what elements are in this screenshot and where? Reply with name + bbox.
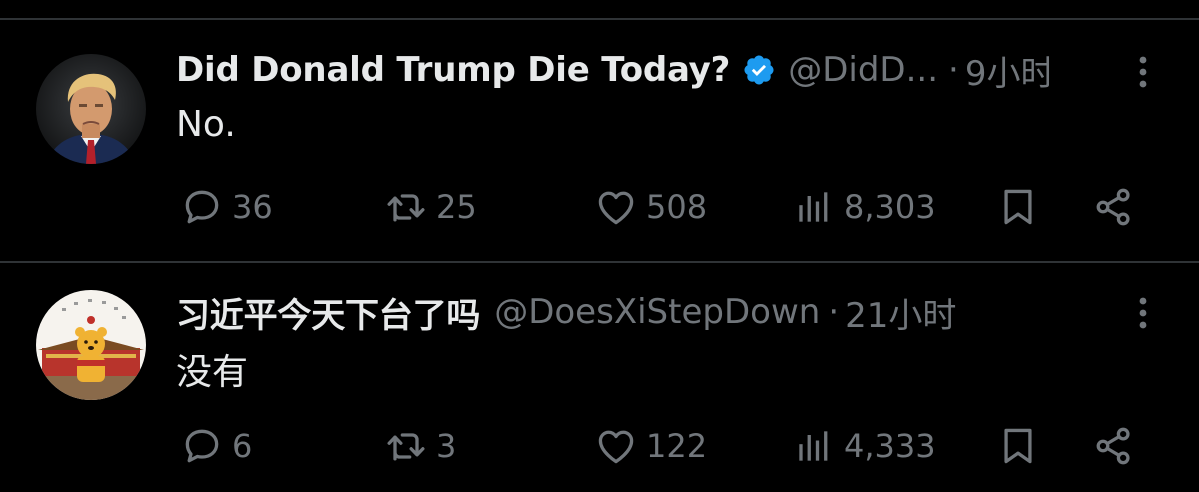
avatar[interactable] (36, 54, 146, 164)
display-name[interactable]: 习近平今天下台了吗 (176, 288, 480, 336)
user-handle[interactable]: @DoesXiStepDown (494, 292, 820, 332)
verified-badge-icon (744, 55, 774, 85)
bookmark-icon (1004, 428, 1032, 464)
view-count: 4,333 (844, 427, 936, 465)
more-options-icon[interactable] (1128, 52, 1158, 92)
reply-count: 36 (232, 188, 273, 226)
reply-icon (185, 190, 219, 224)
views-chart-icon (799, 431, 828, 461)
reply-button[interactable]: 6 (180, 421, 252, 471)
timestamp[interactable]: 21小时 (845, 288, 956, 336)
retweet-icon (387, 433, 425, 461)
bookmark-button[interactable] (996, 182, 1040, 232)
retweet-button[interactable]: 25 (384, 182, 477, 232)
share-button[interactable] (1092, 421, 1136, 471)
tweet[interactable]: Did Donald Trump Die Today? @DidD... · 9… (0, 20, 1199, 261)
separator-dot: · (828, 292, 840, 332)
tweet-text: 没有 (176, 352, 249, 393)
action-bar: 6 3 122 4,333 (0, 421, 1199, 471)
timestamp[interactable]: 9小时 (965, 46, 1049, 94)
reply-icon (185, 429, 219, 463)
heart-icon (598, 430, 634, 464)
tweet-header: 习近平今天下台了吗 @DoesXiStepDown · 21小时 (176, 288, 1049, 336)
share-icon (1096, 427, 1130, 465)
heart-icon (598, 191, 634, 225)
like-count: 508 (646, 188, 708, 226)
share-button[interactable] (1092, 182, 1136, 232)
user-handle[interactable]: @DidD... (788, 50, 938, 90)
display-name[interactable]: Did Donald Trump Die Today? (176, 50, 730, 90)
avatar[interactable] (36, 290, 146, 400)
views-chart-icon (799, 192, 828, 222)
tweet-text: No. (176, 104, 236, 145)
retweet-button[interactable]: 3 (384, 421, 456, 471)
retweet-count: 3 (436, 427, 457, 465)
retweet-icon (387, 194, 425, 222)
tweet[interactable]: 习近平今天下台了吗 @DoesXiStepDown · 21小时 没有 6 3 … (0, 263, 1199, 492)
like-button[interactable]: 508 (594, 182, 707, 232)
action-bar: 36 25 508 8,303 (0, 182, 1199, 232)
separator-dot: · (948, 50, 959, 90)
view-count: 8,303 (844, 188, 936, 226)
reply-count: 6 (232, 427, 253, 465)
like-count: 122 (646, 427, 708, 465)
bookmark-icon (1004, 189, 1032, 225)
views-button[interactable]: 4,333 (792, 421, 936, 471)
reply-button[interactable]: 36 (180, 182, 273, 232)
bookmark-button[interactable] (996, 421, 1040, 471)
tweet-header: Did Donald Trump Die Today? @DidD... · 9… (176, 46, 1049, 94)
views-button[interactable]: 8,303 (792, 182, 936, 232)
more-options-icon[interactable] (1128, 293, 1158, 333)
like-button[interactable]: 122 (594, 421, 707, 471)
share-icon (1096, 188, 1130, 226)
retweet-count: 25 (436, 188, 477, 226)
